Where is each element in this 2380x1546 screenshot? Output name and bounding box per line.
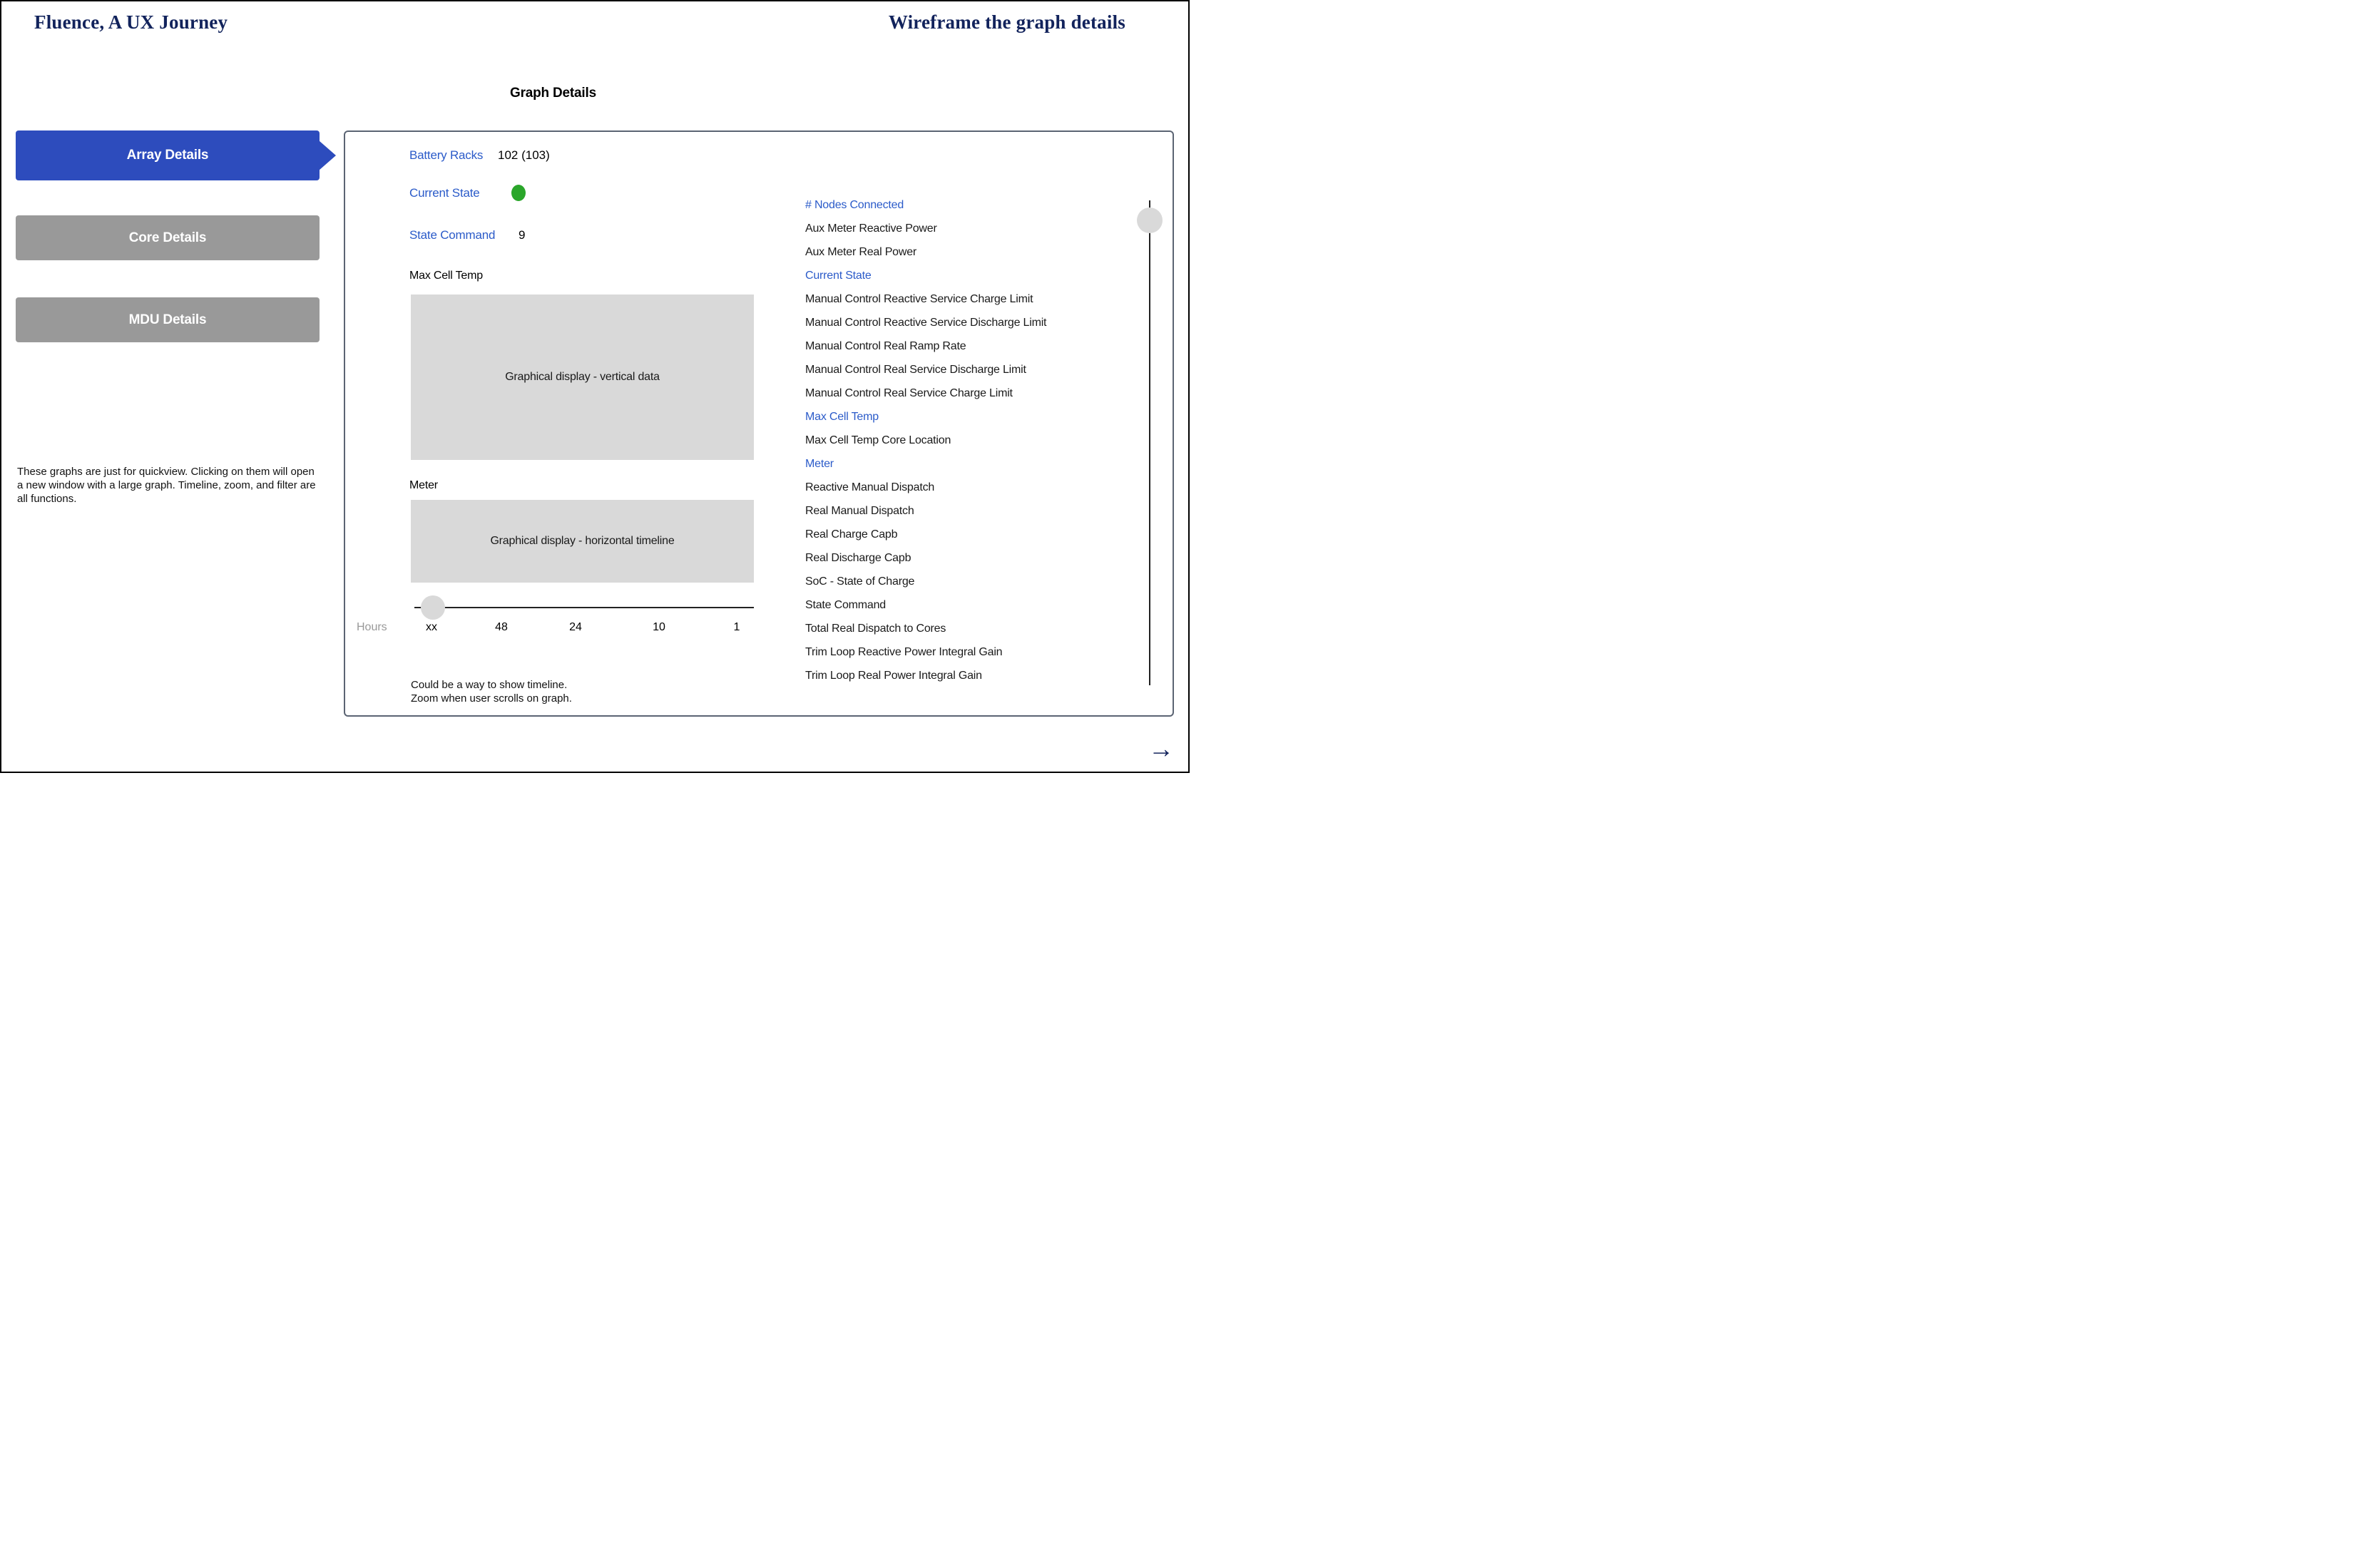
array-details-label: Array Details	[127, 148, 209, 163]
meter-graph-placeholder[interactable]: Graphical display - horizontal timeline	[411, 500, 754, 583]
timeline-annotation: Could be a way to show timeline. Zoom wh…	[411, 678, 572, 705]
current-state-label: Current State	[409, 186, 480, 200]
metric-list-item[interactable]: Real Discharge Capb	[805, 546, 1140, 570]
metrics-scrollbar-track[interactable]	[1149, 200, 1150, 685]
metric-list-item[interactable]: Aux Meter Reactive Power	[805, 217, 1140, 240]
wireframe-slide: Fluence, A UX Journey Wireframe the grap…	[0, 0, 1190, 773]
hours-tick: 48	[495, 621, 508, 634]
metric-list-item[interactable]: Max Cell Temp Core Location	[805, 429, 1140, 452]
metrics-list: # Nodes Connected Aux Meter Reactive Pow…	[805, 193, 1140, 687]
metric-list-item[interactable]: Manual Control Reactive Service Charge L…	[805, 287, 1140, 311]
battery-racks-value: 102 (103)	[498, 148, 550, 163]
timeline-slider-handle[interactable]	[421, 595, 445, 620]
hours-tick: xx	[426, 621, 437, 634]
metric-list-item[interactable]: Trim Loop Real Power Integral Gain	[805, 664, 1140, 687]
meter-graph-label: Meter	[409, 479, 438, 492]
horizontal-graph-placeholder-text: Graphical display - horizontal timeline	[490, 535, 674, 548]
timeline-slider-track[interactable]	[414, 607, 754, 608]
metric-list-item[interactable]: Trim Loop Reactive Power Integral Gain	[805, 640, 1140, 664]
metric-list-item[interactable]: Current State	[805, 264, 1140, 287]
next-slide-arrow-icon[interactable]: →	[1148, 736, 1174, 762]
core-details-label: Core Details	[129, 230, 206, 246]
metric-list-item[interactable]: Meter	[805, 452, 1140, 476]
hours-axis-label: Hours	[357, 621, 387, 634]
vertical-graph-placeholder-text: Graphical display - vertical data	[505, 371, 660, 384]
metric-list-item[interactable]: Manual Control Real Service Discharge Li…	[805, 358, 1140, 382]
state-command-value: 9	[519, 228, 525, 242]
metric-list-item[interactable]: SoC - State of Charge	[805, 570, 1140, 593]
hours-tick: 10	[653, 621, 665, 634]
metric-list-item[interactable]: Reactive Manual Dispatch	[805, 476, 1140, 499]
core-details-button[interactable]: Core Details	[16, 215, 320, 260]
metric-list-item[interactable]: Max Cell Temp	[805, 405, 1140, 429]
metrics-scrollbar-handle[interactable]	[1137, 208, 1163, 233]
metric-list-item[interactable]: Real Charge Capb	[805, 523, 1140, 546]
metric-list-item[interactable]: Manual Control Real Ramp Rate	[805, 334, 1140, 358]
metric-list-item[interactable]: Total Real Dispatch to Cores	[805, 617, 1140, 640]
hours-tick: 24	[569, 621, 582, 634]
state-command-label: State Command	[409, 228, 495, 242]
quickview-annotation: These graphs are just for quickview. Cli…	[17, 465, 320, 506]
graph-details-panel: Battery Racks 102 (103) Current State St…	[344, 130, 1174, 717]
slide-title: Wireframe the graph details	[889, 11, 1125, 34]
deck-title: Fluence, A UX Journey	[34, 11, 228, 34]
mdu-details-label: MDU Details	[129, 312, 207, 328]
section-heading: Graph Details	[510, 86, 596, 101]
max-cell-temp-graph-label: Max Cell Temp	[409, 270, 483, 282]
hours-tick: 1	[734, 621, 740, 634]
max-cell-temp-graph-placeholder[interactable]: Graphical display - vertical data	[411, 295, 754, 460]
metric-list-item[interactable]: # Nodes Connected	[805, 193, 1140, 217]
mdu-details-button[interactable]: MDU Details	[16, 297, 320, 342]
array-details-button[interactable]: Array Details	[16, 130, 320, 180]
green-status-dot-icon	[511, 185, 526, 201]
metric-list-item[interactable]: Aux Meter Real Power	[805, 240, 1140, 264]
metric-list-item[interactable]: Manual Control Reactive Service Discharg…	[805, 311, 1140, 334]
battery-racks-label: Battery Racks	[409, 148, 483, 163]
metric-list-item[interactable]: State Command	[805, 593, 1140, 617]
metric-list-item[interactable]: Manual Control Real Service Charge Limit	[805, 382, 1140, 405]
metric-list-item[interactable]: Real Manual Dispatch	[805, 499, 1140, 523]
